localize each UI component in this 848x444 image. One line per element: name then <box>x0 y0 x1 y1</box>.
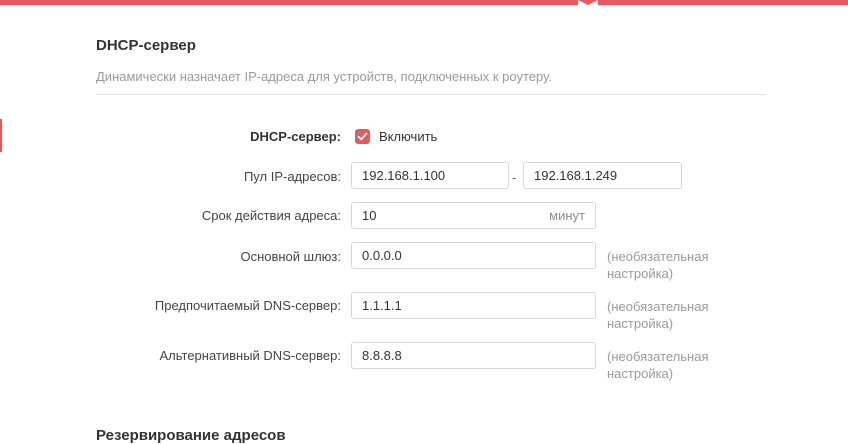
dhcp-section-description: Динамически назначает IP-адреса для устр… <box>96 69 552 84</box>
primary-dns-label: Предпочитаемый DNS-сервер: <box>154 298 341 313</box>
lease-time-unit: минут <box>549 208 585 223</box>
secondary-dns-hint: (необязательная настройка) <box>607 348 747 382</box>
header-accent-bar-left <box>0 0 578 5</box>
ip-pool-label: Пул IP-адресов: <box>243 169 341 184</box>
primary-dns-hint-line2: настройка) <box>607 316 674 331</box>
secondary-dns-hint-line2: настройка) <box>607 366 674 381</box>
gateway-hint-line1: (необязательная <box>607 249 709 264</box>
lease-time-input[interactable]: 10 минут <box>351 202 596 229</box>
secondary-dns-input[interactable]: 8.8.8.8 <box>351 342 596 369</box>
active-section-marker <box>0 119 2 152</box>
section-divider <box>96 94 766 95</box>
ip-pool-separator: - <box>512 170 517 185</box>
primary-dns-input[interactable]: 1.1.1.1 <box>351 292 596 319</box>
lease-time-label: Срок действия адреса: <box>201 208 341 223</box>
dhcp-enable-checkbox[interactable] <box>355 129 370 144</box>
reservation-section-title: Резервирование адресов <box>96 427 286 444</box>
ip-pool-start-input[interactable]: 192.168.1.100 <box>351 162 509 189</box>
checkmark-icon <box>357 132 368 141</box>
lease-time-value: 10 <box>362 208 377 223</box>
header-accent-bar-right <box>598 0 848 5</box>
gateway-hint-line2: настройка) <box>607 266 674 281</box>
dhcp-server-label: DHCP-сервер: <box>250 129 341 144</box>
primary-dns-hint: (необязательная настройка) <box>607 298 747 332</box>
ip-pool-end-input[interactable]: 192.168.1.249 <box>523 162 682 189</box>
gateway-input[interactable]: 0.0.0.0 <box>351 242 596 269</box>
gateway-label: Основной шлюз: <box>240 249 341 264</box>
dhcp-enable-label[interactable]: Включить <box>379 129 437 144</box>
secondary-dns-label: Альтернативный DNS-сервер: <box>159 348 342 363</box>
secondary-dns-hint-line1: (необязательная <box>607 349 709 364</box>
dhcp-section-title: DHCP-сервер <box>96 37 196 54</box>
header-accent-notch <box>578 0 598 5</box>
gateway-hint: (необязательная настройка) <box>607 248 747 282</box>
primary-dns-hint-line1: (необязательная <box>607 299 709 314</box>
